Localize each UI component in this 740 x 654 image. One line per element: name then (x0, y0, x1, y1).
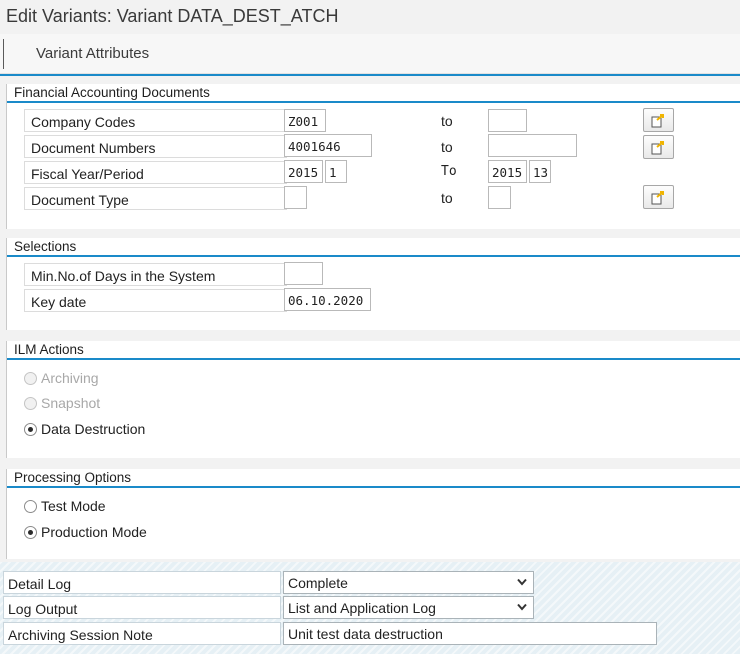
key-date-input[interactable]: 06.10.2020 (284, 288, 371, 311)
session-note-input[interactable]: Unit test data destruction (283, 622, 657, 645)
fiscal-period-label: Fiscal Year/Period (24, 161, 287, 184)
document-numbers-from-input[interactable]: 4001646 (284, 134, 372, 157)
document-numbers-multiple-selection-button[interactable] (643, 135, 674, 159)
label-text: Company Codes (31, 114, 136, 130)
archiving-label: Archiving (41, 370, 99, 386)
snapshot-label: Snapshot (41, 395, 101, 411)
document-type-label: Document Type (24, 187, 287, 210)
fiscal-period-to-label: To (441, 164, 457, 179)
data-destruction-label: Data Destruction (41, 421, 146, 437)
radio-off-icon (24, 500, 37, 513)
company-codes-from-input[interactable]: Z001 (284, 109, 326, 132)
group-financial-documents: Financial Accounting Documents Company C… (6, 84, 740, 229)
group-title: ILM Actions (7, 341, 740, 360)
fiscal-period-to-input[interactable]: 13 (529, 160, 551, 183)
detail-log-value: Complete (288, 575, 348, 591)
document-type-to-input[interactable] (488, 186, 511, 209)
data-destruction-radio[interactable]: Data Destruction (24, 421, 145, 443)
label-text: Key date (31, 294, 87, 310)
label-text: Fiscal Year/Period (31, 166, 144, 182)
label-text: Document Numbers (31, 140, 156, 156)
fiscal-year-from-input[interactable]: 2015 (284, 160, 323, 183)
header-accent-line (0, 74, 740, 76)
chevron-down-icon (517, 603, 527, 611)
company-codes-label: Company Codes (24, 109, 287, 132)
label-text: Min.No.of Days in the System (31, 268, 216, 284)
tab-separator (3, 39, 4, 69)
group-selections: Selections Min.No.of Days in the System … (6, 238, 740, 330)
min-days-label: Min.No.of Days in the System (24, 263, 287, 286)
session-note-label: Archiving Session Note (3, 622, 281, 645)
group-ilm-actions: ILM Actions Archiving Snapshot Data Dest… (6, 341, 740, 458)
radio-off-icon (24, 372, 37, 385)
archiving-radio[interactable]: Archiving (24, 370, 99, 392)
chevron-down-icon (517, 578, 527, 586)
detail-log-label: Detail Log (3, 571, 281, 594)
document-numbers-to-input[interactable] (488, 134, 577, 157)
label-text: Document Type (31, 192, 129, 208)
test-mode-label: Test Mode (41, 498, 106, 514)
document-type-to-label: to (441, 190, 453, 206)
detail-log-select[interactable]: Complete (283, 571, 534, 594)
group-processing-options: Processing Options Test Mode Production … (6, 469, 740, 559)
fiscal-period-from-input[interactable]: 1 (325, 160, 347, 183)
min-days-input[interactable] (284, 262, 323, 285)
tab-bar: Variant Attributes (0, 34, 740, 74)
document-numbers-label: Document Numbers (24, 135, 287, 158)
document-type-multiple-selection-button[interactable] (643, 185, 674, 209)
window-title: Edit Variants: Variant DATA_DEST_ATCH (6, 6, 339, 26)
production-mode-label: Production Mode (41, 524, 147, 540)
group-title: Financial Accounting Documents (7, 84, 740, 103)
snapshot-radio[interactable]: Snapshot (24, 395, 100, 417)
bottom-parameters: Detail Log Complete Log Output List and … (0, 562, 740, 654)
document-type-from-input[interactable] (284, 186, 307, 209)
log-output-value: List and Application Log (288, 600, 436, 616)
fiscal-year-to-input[interactable]: 2015 (488, 160, 527, 183)
production-mode-radio[interactable]: Production Mode (24, 524, 147, 546)
multiple-selection-icon (651, 141, 664, 155)
test-mode-radio[interactable]: Test Mode (24, 498, 106, 520)
variant-attributes-button[interactable]: Variant Attributes (36, 45, 149, 62)
company-codes-to-input[interactable] (488, 109, 527, 132)
multiple-selection-icon (651, 191, 664, 205)
company-codes-multiple-selection-button[interactable] (643, 108, 674, 132)
radio-on-icon (24, 526, 37, 539)
log-output-select[interactable]: List and Application Log (283, 596, 534, 619)
multiple-selection-icon (651, 114, 664, 128)
group-title: Processing Options (7, 469, 740, 488)
log-output-label: Log Output (3, 596, 281, 619)
radio-on-icon (24, 423, 37, 436)
group-title: Selections (7, 238, 740, 257)
radio-off-icon (24, 397, 37, 410)
document-numbers-to-label: to (441, 139, 453, 155)
company-codes-to-label: to (441, 113, 453, 129)
key-date-label: Key date (24, 289, 287, 312)
